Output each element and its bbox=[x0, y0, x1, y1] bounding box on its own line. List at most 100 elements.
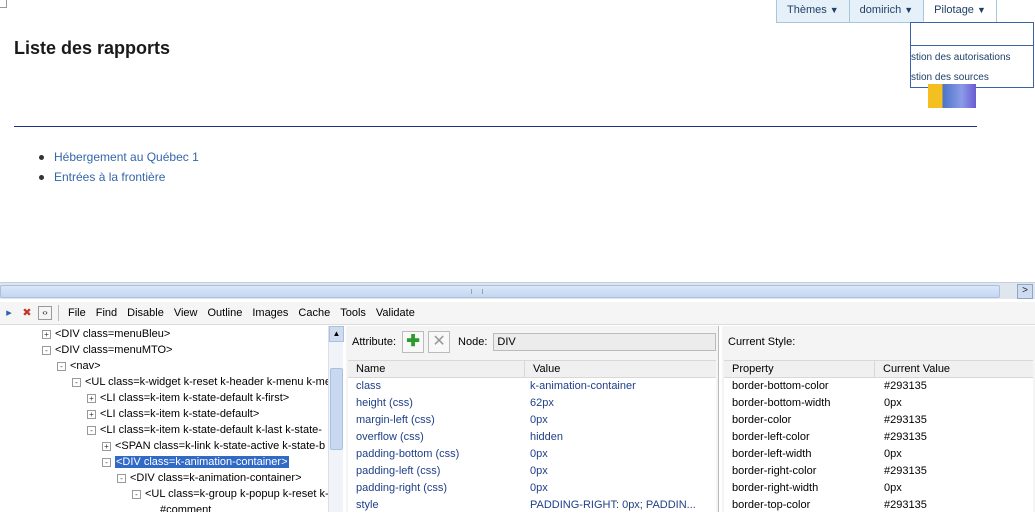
attribute-value[interactable]: 0px bbox=[522, 463, 700, 480]
attribute-row[interactable]: padding-bottom (css) 0px bbox=[348, 446, 716, 463]
menu-find[interactable]: Find bbox=[96, 307, 117, 319]
style-property: border-color bbox=[732, 414, 792, 426]
top-menu: Thèmes ▼ domirich ▼ Pilotage ▼ bbox=[776, 0, 997, 23]
attribute-label: Attribute: bbox=[352, 336, 397, 348]
scrollbar-thumb[interactable] bbox=[330, 368, 343, 450]
menu-tools[interactable]: Tools bbox=[340, 307, 366, 319]
menu-file[interactable]: File bbox=[68, 307, 86, 319]
column-header-property[interactable]: Property bbox=[724, 361, 875, 377]
collapse-icon[interactable]: - bbox=[102, 457, 111, 467]
style-property: border-right-width bbox=[732, 482, 819, 494]
style-row[interactable]: border-right-width 0px bbox=[724, 480, 1033, 497]
attribute-value[interactable]: 62px bbox=[522, 395, 700, 412]
horizontal-scrollbar[interactable]: > bbox=[0, 282, 1035, 299]
devtools-toolbar: ▸ ✖ ‹› File Find Disable View Outline Im… bbox=[0, 302, 1035, 325]
collapse-icon[interactable]: - bbox=[42, 345, 51, 355]
current-style-label: Current Style: bbox=[728, 336, 796, 348]
style-property: border-bottom-width bbox=[732, 397, 831, 409]
menu-item-themes[interactable]: Thèmes ▼ bbox=[777, 0, 849, 22]
style-row[interactable]: border-bottom-color #293135 bbox=[724, 378, 1033, 395]
tree-node[interactable]: - <UL class=k-widget k-reset k-header k-m… bbox=[72, 374, 331, 390]
attribute-row[interactable]: overflow (css) hidden bbox=[348, 429, 716, 446]
report-link-entrees[interactable]: Entrées à la frontière bbox=[38, 170, 199, 184]
attribute-row[interactable]: style PADDING-RIGHT: 0px; PADDIN... bbox=[348, 497, 716, 514]
attribute-value[interactable]: 0px bbox=[522, 480, 700, 497]
scroll-up-arrow-icon[interactable]: ▲ bbox=[329, 326, 344, 342]
dropdown-item-autorisations[interactable]: stion des autorisations bbox=[911, 52, 1011, 63]
tree-node-label: <DIV class=k-animation-container> bbox=[130, 472, 302, 484]
column-header-name[interactable]: Name bbox=[348, 361, 525, 377]
dropdown-item-sources[interactable]: stion des sources bbox=[911, 72, 989, 83]
attribute-row[interactable]: class k-animation-container bbox=[348, 378, 716, 395]
menu-view[interactable]: View bbox=[174, 307, 198, 319]
menu-item-user[interactable]: domirich ▼ bbox=[848, 0, 924, 22]
report-list: Hébergement au Québec 1 Entrées à la fro… bbox=[38, 150, 199, 190]
attribute-value[interactable]: 0px bbox=[522, 412, 700, 429]
collapse-icon[interactable]: - bbox=[132, 489, 141, 499]
attribute-value[interactable]: PADDING-RIGHT: 0px; PADDIN... bbox=[522, 497, 700, 514]
collapse-icon[interactable]: - bbox=[87, 425, 96, 435]
collapse-icon[interactable]: - bbox=[57, 361, 66, 371]
tree-node[interactable]: + <SPAN class=k-link k-state-active k-sta… bbox=[102, 438, 325, 454]
scroll-right-arrow-icon[interactable]: > bbox=[1017, 284, 1033, 299]
tree-node[interactable]: - <LI class=k-item k-state-default k-last… bbox=[87, 422, 322, 438]
style-property: border-top-color bbox=[732, 499, 811, 511]
menu-item-pilotage[interactable]: Pilotage ▼ bbox=[923, 0, 996, 22]
attribute-row[interactable]: padding-right (css) 0px bbox=[348, 480, 716, 497]
tree-node[interactable]: - <DIV class=menuMTO> bbox=[42, 342, 172, 358]
attribute-row[interactable]: margin-left (css) 0px bbox=[348, 412, 716, 429]
style-value: 0px bbox=[884, 482, 902, 494]
tree-node[interactable]: - <nav> bbox=[57, 358, 101, 374]
menu-cache[interactable]: Cache bbox=[298, 307, 330, 319]
style-property: border-bottom-color bbox=[732, 380, 829, 392]
menu-disable[interactable]: Disable bbox=[127, 307, 164, 319]
attribute-value[interactable]: k-animation-container bbox=[522, 378, 700, 395]
tree-node[interactable]: - <DIV class=k-animation-container> bbox=[102, 454, 289, 470]
scrollbar-thumb[interactable] bbox=[0, 285, 1000, 298]
tree-node-label: <UL class=k-group k-popup k-reset k- bbox=[145, 488, 329, 500]
collapse-icon[interactable]: - bbox=[117, 473, 126, 483]
style-row[interactable]: border-left-width 0px bbox=[724, 446, 1033, 463]
attribute-row[interactable]: height (css) 62px bbox=[348, 395, 716, 412]
attribute-value[interactable]: hidden bbox=[522, 429, 700, 446]
attribute-panel: Attribute: ✚ ✕ Node: DIV Name Value clas… bbox=[346, 326, 719, 514]
tree-vertical-scrollbar[interactable]: ▲ bbox=[328, 326, 344, 512]
select-element-icon[interactable]: ▸ bbox=[2, 306, 16, 320]
style-row[interactable]: border-left-color #293135 bbox=[724, 429, 1033, 446]
menu-images[interactable]: Images bbox=[252, 307, 288, 319]
tree-node[interactable]: + <LI class=k-item k-state-default> bbox=[87, 406, 259, 422]
grip-icon bbox=[471, 289, 483, 294]
attribute-row[interactable]: padding-left (css) 0px bbox=[348, 463, 716, 480]
tree-node-label: <DIV class=k-animation-container> bbox=[115, 456, 289, 468]
style-row[interactable]: border-top-color #293135 bbox=[724, 497, 1033, 514]
tree-node[interactable]: - <UL class=k-group k-popup k-reset k- bbox=[132, 486, 329, 502]
style-value: #293135 bbox=[884, 499, 927, 511]
expand-icon[interactable]: + bbox=[42, 329, 51, 339]
expand-icon[interactable]: + bbox=[102, 441, 111, 451]
style-row[interactable]: border-color #293135 bbox=[724, 412, 1033, 429]
column-header-current-value[interactable]: Current Value bbox=[875, 361, 1033, 377]
node-label: Node: bbox=[458, 336, 488, 348]
column-header-value[interactable]: Value bbox=[525, 361, 716, 377]
delete-attribute-icon[interactable]: ✕ bbox=[428, 331, 451, 353]
attribute-value[interactable]: 0px bbox=[522, 446, 700, 463]
tree-node-label: <DIV class=menuBleu> bbox=[55, 328, 171, 340]
menu-validate[interactable]: Validate bbox=[376, 307, 415, 319]
clear-icon[interactable]: ✖ bbox=[20, 306, 34, 320]
menu-outline[interactable]: Outline bbox=[207, 307, 242, 319]
tree-node[interactable]: + <DIV class=menuBleu> bbox=[42, 326, 170, 342]
tree-node[interactable]: - <DIV class=k-animation-container> bbox=[117, 470, 302, 486]
expand-icon[interactable]: + bbox=[87, 409, 96, 419]
collapse-icon[interactable]: - bbox=[72, 377, 81, 387]
add-attribute-icon[interactable]: ✚ bbox=[402, 331, 425, 353]
dropdown-divider bbox=[911, 45, 1033, 46]
style-row[interactable]: border-bottom-width 0px bbox=[724, 395, 1033, 412]
source-icon[interactable]: ‹› bbox=[38, 306, 52, 320]
style-row[interactable]: border-right-color #293135 bbox=[724, 463, 1033, 480]
expand-icon[interactable]: + bbox=[87, 393, 96, 403]
report-link-hebergement[interactable]: Hébergement au Québec 1 bbox=[38, 150, 199, 164]
tree-node[interactable]: #comment bbox=[147, 502, 211, 512]
page-title: Liste des rapports bbox=[14, 38, 171, 58]
style-property: border-left-color bbox=[732, 431, 810, 443]
tree-node[interactable]: + <LI class=k-item k-state-default k-firs… bbox=[87, 390, 289, 406]
